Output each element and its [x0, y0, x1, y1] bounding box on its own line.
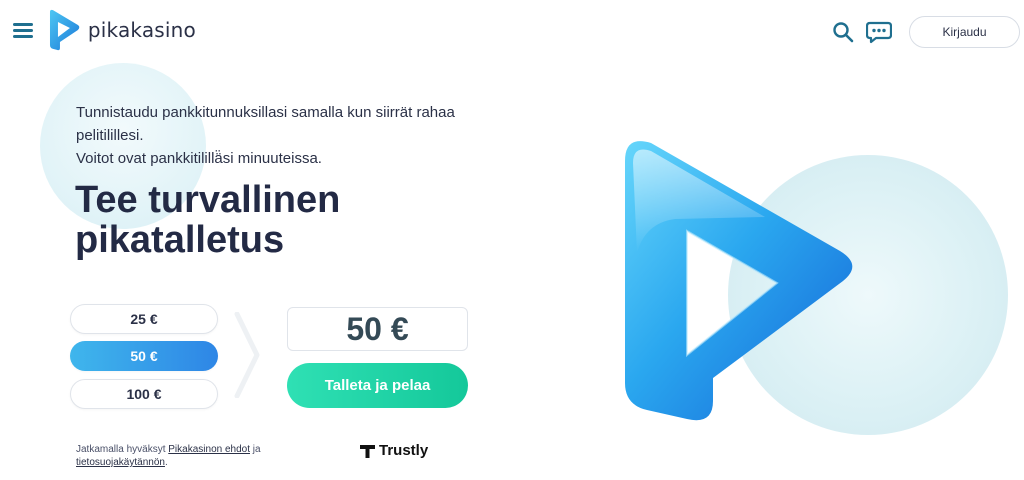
chat-icon[interactable]: [866, 20, 892, 44]
terms-suffix: .: [164, 457, 168, 468]
privacy-policy-link[interactable]: tietosuojakäytännön: [76, 457, 165, 468]
hero-subtitle-line2: Voitot ovat pankkitilillä̈si minuuteissa…: [76, 150, 322, 167]
hero-subtitle-line1: Tunnistaudu pankkitunnuksillasi samalla …: [76, 104, 455, 144]
terms-middle: ja: [252, 444, 261, 455]
trustly-mark-icon: [360, 445, 375, 458]
deposit-and-play-button[interactable]: Talleta ja pelaa: [287, 363, 468, 408]
logo-text: pikakasino: [87, 18, 196, 42]
terms-text: Jatkamalla hyväksyt Pikakasinon ehdot ja…: [76, 443, 316, 469]
search-icon[interactable]: [832, 21, 854, 43]
terms-link[interactable]: Pikakasinon ehdot: [168, 444, 250, 455]
hamburger-menu-icon[interactable]: [13, 23, 33, 39]
hero-subtitle: Tunnistaudu pankkitunnuksillasi samalla …: [76, 101, 506, 170]
logo-play-icon: [49, 9, 80, 51]
logo[interactable]: pikakasino: [46, 7, 196, 53]
trustly-text: Trustly: [379, 442, 429, 459]
header: pikakasino Kirjaudu: [0, 0, 1024, 64]
large-play-logo-icon: [625, 141, 853, 421]
terms-prefix: Jatkamalla hyväksyt: [76, 444, 166, 455]
hero-headline: Tee turvallinen pikatalletus: [75, 179, 341, 261]
login-button[interactable]: Kirjaudu: [909, 16, 1020, 48]
amount-option-50-selected[interactable]: 50 €: [70, 341, 218, 371]
amount-option-25[interactable]: 25 €: [70, 304, 218, 334]
trustly-logo: Trustly: [360, 442, 428, 459]
amount-option-100[interactable]: 100 €: [70, 379, 218, 409]
chevron-right-icon: [234, 312, 260, 398]
amount-display-field[interactable]: 50 €: [287, 307, 468, 351]
